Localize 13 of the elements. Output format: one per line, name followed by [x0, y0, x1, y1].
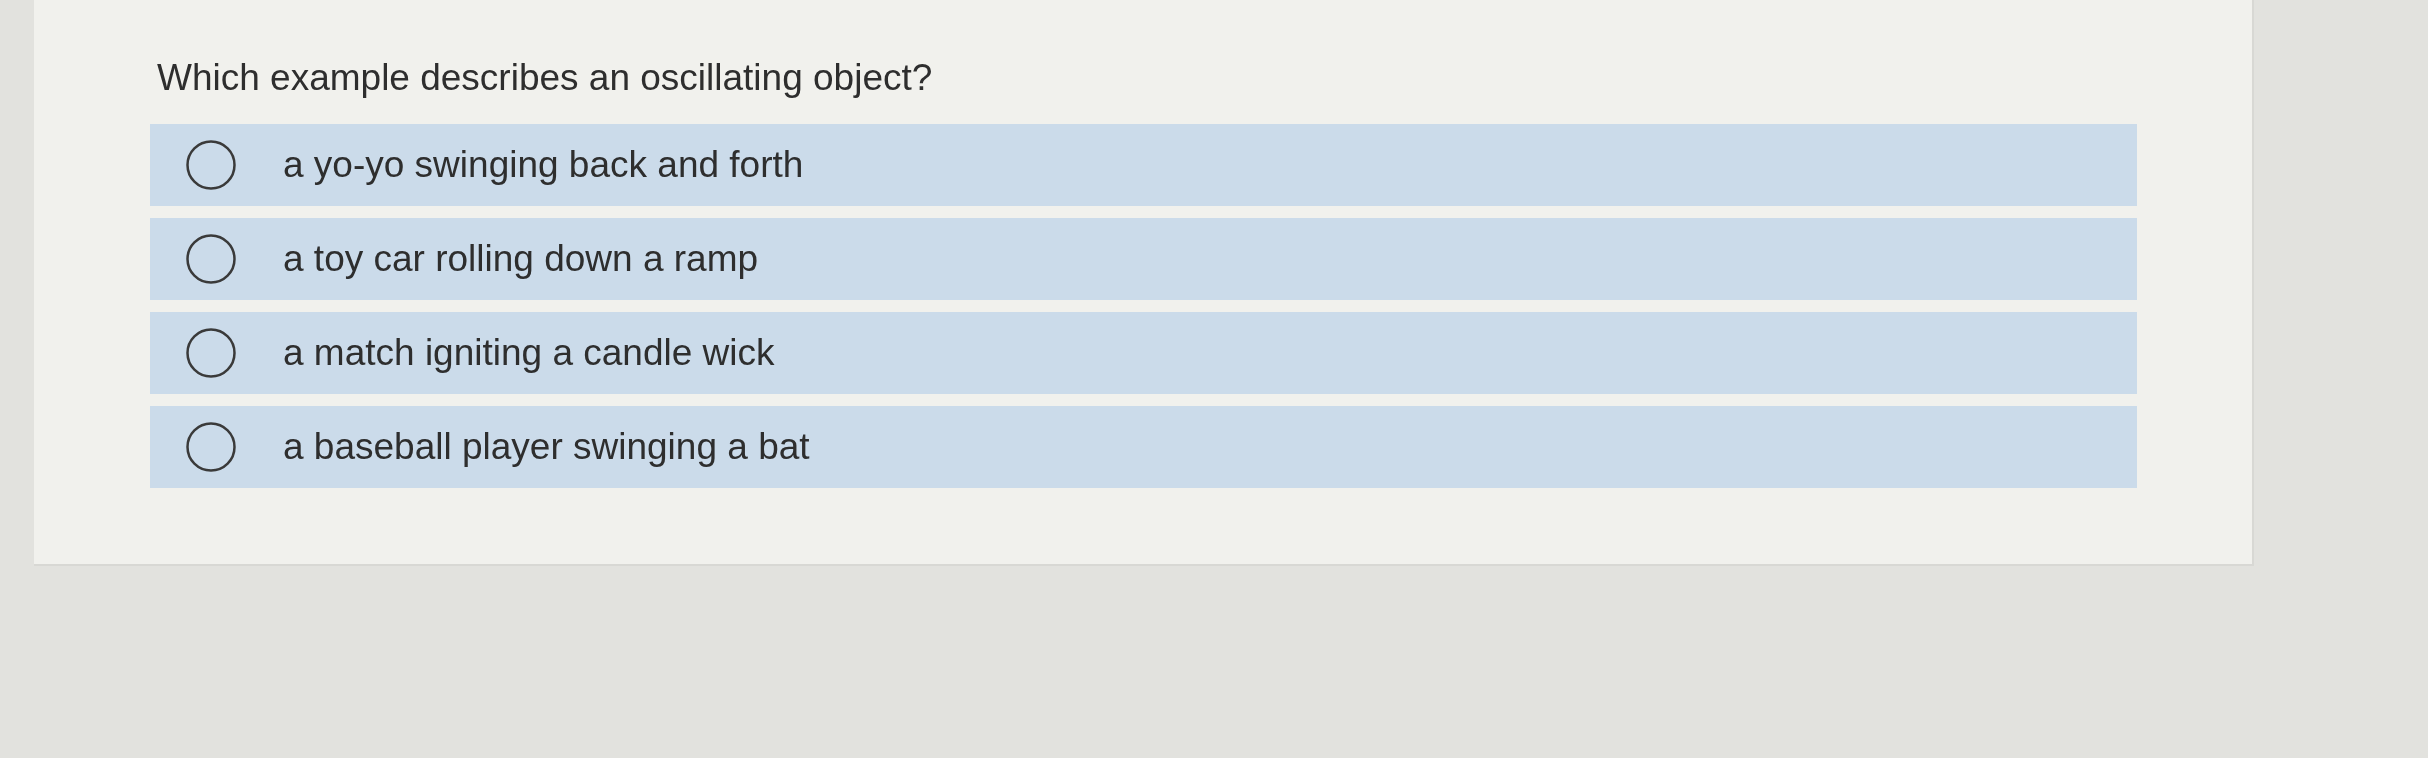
answer-option[interactable]: a baseball player swinging a bat [150, 406, 2137, 488]
option-label: a baseball player swinging a bat [283, 425, 810, 469]
option-label: a match igniting a candle wick [283, 331, 775, 375]
option-label: a toy car rolling down a ramp [283, 237, 759, 281]
answer-option[interactable]: a yo-yo swinging back and forth [150, 124, 2137, 206]
question-text: Which example describes an oscillating object? [157, 56, 933, 100]
radio-button[interactable] [186, 140, 236, 190]
answer-option[interactable]: a toy car rolling down a ramp [150, 218, 2137, 300]
answer-option[interactable]: a match igniting a candle wick [150, 312, 2137, 394]
option-label: a yo-yo swinging back and forth [283, 143, 804, 187]
radio-button[interactable] [186, 328, 236, 378]
radio-button[interactable] [186, 234, 236, 284]
radio-button[interactable] [186, 422, 236, 472]
